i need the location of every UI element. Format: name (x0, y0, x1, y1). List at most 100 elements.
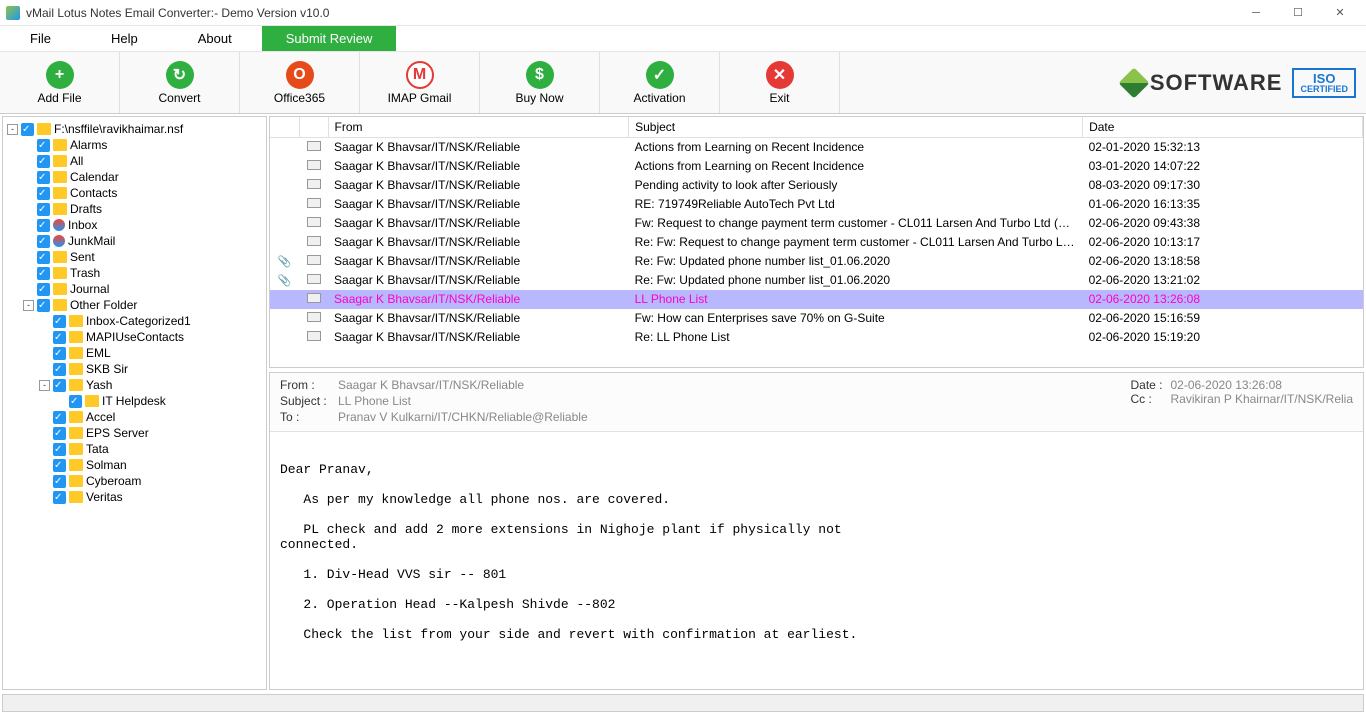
expand-toggle[interactable]: - (7, 124, 18, 135)
checkbox[interactable] (53, 315, 66, 328)
checkbox[interactable] (37, 283, 50, 296)
tree-node[interactable]: MAPIUseContacts (39, 329, 264, 345)
tree-node[interactable]: IT Helpdesk (55, 393, 264, 409)
tree-node[interactable]: EPS Server (39, 425, 264, 441)
tree-node[interactable]: Contacts (23, 185, 264, 201)
checkbox[interactable] (37, 155, 50, 168)
menu-about[interactable]: About (168, 26, 262, 51)
tree-node[interactable]: Sent (23, 249, 264, 265)
preview-body: Dear Pranav, As per my knowledge all pho… (270, 432, 1363, 689)
tree-node[interactable]: Trash (23, 265, 264, 281)
mail-date: 01-06-2020 16:13:35 (1083, 195, 1363, 214)
expand-toggle[interactable]: - (23, 300, 34, 311)
mail-row[interactable]: Saagar K Bhavsar/IT/NSK/ReliableActions … (270, 157, 1363, 176)
mail-row[interactable]: Saagar K Bhavsar/IT/NSK/ReliableActions … (270, 138, 1363, 157)
mail-subject: Pending activity to look after Seriously (629, 176, 1083, 195)
toolbar-activation[interactable]: ✓Activation (600, 52, 720, 113)
envelope-icon (307, 312, 321, 322)
mail-row[interactable]: Saagar K Bhavsar/IT/NSK/ReliableFw: Requ… (270, 214, 1363, 233)
folder-icon (53, 283, 67, 295)
tree-node[interactable]: JunkMail (23, 233, 264, 249)
tree-node[interactable]: -Yash (39, 377, 264, 393)
mail-row[interactable]: 📎Saagar K Bhavsar/IT/NSK/ReliableRe: Fw:… (270, 271, 1363, 290)
mail-date: 08-03-2020 09:17:30 (1083, 176, 1363, 195)
checkbox[interactable] (53, 475, 66, 488)
checkbox[interactable] (53, 443, 66, 456)
checkbox[interactable] (53, 427, 66, 440)
col-attach[interactable] (270, 117, 299, 138)
tree-node[interactable]: Veritas (39, 489, 264, 505)
checkbox[interactable] (37, 187, 50, 200)
toolbar-exit[interactable]: ✕Exit (720, 52, 840, 113)
tree-node[interactable]: Drafts (23, 201, 264, 217)
tree-node[interactable]: Inbox-Categorized1 (39, 313, 264, 329)
col-date[interactable]: Date (1083, 117, 1363, 138)
horizontal-scrollbar[interactable] (2, 694, 1364, 712)
col-from[interactable]: From (328, 117, 629, 138)
checkbox[interactable] (53, 411, 66, 424)
toolbar-office365[interactable]: OOffice365 (240, 52, 360, 113)
menu-submit-review[interactable]: Submit Review (262, 26, 397, 51)
mail-row[interactable]: Saagar K Bhavsar/IT/NSK/ReliableRe: Fw: … (270, 233, 1363, 252)
toolbar-imap-gmail[interactable]: MIMAP Gmail (360, 52, 480, 113)
checkbox[interactable] (53, 363, 66, 376)
checkbox[interactable] (21, 123, 34, 136)
menu-help[interactable]: Help (81, 26, 168, 51)
checkbox[interactable] (53, 347, 66, 360)
mail-row[interactable]: Saagar K Bhavsar/IT/NSK/ReliableRE: 7197… (270, 195, 1363, 214)
maximize-button[interactable]: ☐ (1278, 2, 1318, 24)
checkbox[interactable] (37, 139, 50, 152)
tree-node[interactable]: Tata (39, 441, 264, 457)
mail-date: 02-06-2020 10:13:17 (1083, 233, 1363, 252)
folder-icon (69, 363, 83, 375)
preview-subject-label: Subject : (280, 394, 338, 408)
toolbar-buy-now[interactable]: $Buy Now (480, 52, 600, 113)
mail-row[interactable]: Saagar K Bhavsar/IT/NSK/ReliableLL Phone… (270, 290, 1363, 309)
checkbox[interactable] (37, 299, 50, 312)
mail-list[interactable]: From Subject Date Saagar K Bhavsar/IT/NS… (269, 116, 1364, 368)
tree-label: JunkMail (68, 233, 115, 249)
checkbox[interactable] (37, 251, 50, 264)
checkbox[interactable] (53, 379, 66, 392)
tree-node[interactable]: Accel (39, 409, 264, 425)
mail-row[interactable]: Saagar K Bhavsar/IT/NSK/ReliableFw: How … (270, 309, 1363, 328)
menu-file[interactable]: File (0, 26, 81, 51)
checkbox[interactable] (53, 491, 66, 504)
mail-row[interactable]: Saagar K Bhavsar/IT/NSK/ReliablePending … (270, 176, 1363, 195)
preview-date-label: Date : (1130, 378, 1170, 392)
toolbar-add-file[interactable]: +Add File (0, 52, 120, 113)
checkbox[interactable] (69, 395, 82, 408)
tree-node[interactable]: -Other Folder (23, 297, 264, 313)
tree-label: F:\nsffile\ravikhaimar.nsf (54, 121, 183, 137)
checkbox[interactable] (37, 171, 50, 184)
tree-node[interactable]: - F:\nsffile\ravikhaimar.nsf (7, 121, 264, 137)
checkbox[interactable] (37, 219, 50, 232)
folder-icon (69, 427, 83, 439)
folder-tree[interactable]: - F:\nsffile\ravikhaimar.nsfAlarmsAllCale… (2, 116, 267, 690)
checkbox[interactable] (37, 267, 50, 280)
tree-node[interactable]: Journal (23, 281, 264, 297)
minimize-button[interactable]: ─ (1236, 2, 1276, 24)
col-subject[interactable]: Subject (629, 117, 1083, 138)
tree-node[interactable]: EML (39, 345, 264, 361)
expand-toggle[interactable]: - (39, 380, 50, 391)
tree-node[interactable]: Calendar (23, 169, 264, 185)
tree-node[interactable]: All (23, 153, 264, 169)
checkbox[interactable] (37, 203, 50, 216)
checkbox[interactable] (53, 459, 66, 472)
folder-icon (69, 475, 83, 487)
attachment-icon: 📎 (278, 275, 292, 287)
tree-node[interactable]: SKB Sir (39, 361, 264, 377)
tree-node[interactable]: Solman (39, 457, 264, 473)
folder-icon (69, 491, 83, 503)
close-button[interactable]: ✕ (1320, 2, 1360, 24)
tree-node[interactable]: Inbox (23, 217, 264, 233)
tree-node[interactable]: Alarms (23, 137, 264, 153)
checkbox[interactable] (53, 331, 66, 344)
toolbar-convert[interactable]: ↻Convert (120, 52, 240, 113)
col-icon[interactable] (299, 117, 328, 138)
tree-node[interactable]: Cyberoam (39, 473, 264, 489)
mail-row[interactable]: Saagar K Bhavsar/IT/NSK/ReliableRe: LL P… (270, 328, 1363, 347)
mail-row[interactable]: 📎Saagar K Bhavsar/IT/NSK/ReliableRe: Fw:… (270, 252, 1363, 271)
checkbox[interactable] (37, 235, 50, 248)
